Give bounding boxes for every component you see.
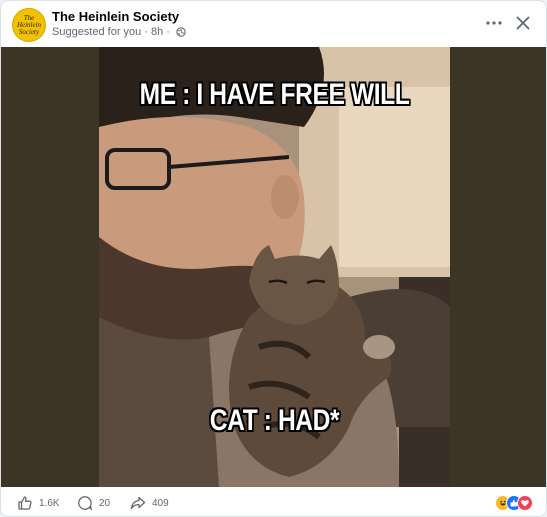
comment-button[interactable]: 20: [77, 494, 110, 512]
meta-separator: ·: [144, 26, 148, 38]
more-horizontal-icon: [486, 21, 502, 25]
suggestion-label: Suggested for you: [52, 26, 142, 38]
close-post-button[interactable]: [511, 12, 535, 34]
meme-photo[interactable]: ME : I HAVE FREE WILL CAT : HAD*: [99, 47, 450, 487]
close-icon: [516, 16, 530, 30]
post-header: The Heinlein Society The Heinlein Societ…: [1, 1, 546, 47]
share-count: 409: [152, 497, 169, 509]
page-avatar[interactable]: The Heinlein Society: [12, 8, 46, 42]
post-timestamp[interactable]: 8h: [151, 26, 163, 38]
page-name-link[interactable]: The Heinlein Society: [52, 9, 179, 24]
like-button[interactable]: 1.6K: [17, 494, 60, 512]
more-options-button[interactable]: [481, 13, 507, 33]
like-count: 1.6K: [39, 497, 60, 509]
love-icon: [517, 495, 533, 511]
post-card: The Heinlein Society The Heinlein Societ…: [0, 0, 547, 517]
post-media[interactable]: ME : I HAVE FREE WILL CAT : HAD*: [1, 47, 546, 487]
share-icon: [130, 496, 146, 510]
reactions-summary[interactable]: [495, 495, 539, 511]
meme-bottom-caption: CAT : HAD*: [209, 404, 340, 437]
post-actions-bar: 1.6K 20 409: [1, 487, 546, 516]
avatar-text-line-3: Society: [18, 27, 40, 36]
share-button[interactable]: 409: [130, 494, 169, 512]
meme-top-caption: ME : I HAVE FREE WILL: [139, 78, 410, 111]
thumbs-up-icon: [18, 496, 32, 510]
meta-separator-2: ·: [166, 26, 170, 38]
post-meta: Suggested for you · 8h ·: [52, 26, 186, 38]
comment-icon: [78, 496, 92, 510]
globe-icon[interactable]: [176, 27, 186, 37]
comment-count: 20: [99, 497, 111, 509]
